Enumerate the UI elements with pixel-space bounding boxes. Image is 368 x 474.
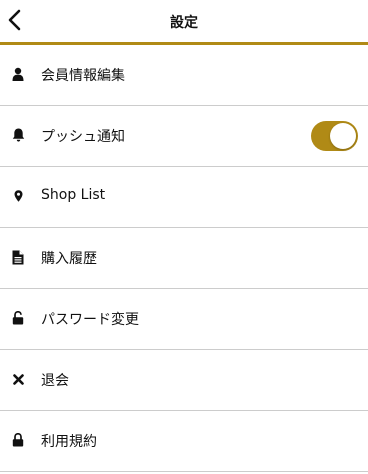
page-title: 設定 <box>170 15 198 31</box>
menu-item-withdraw[interactable]: 退会 <box>0 350 368 411</box>
menu-item-label: パスワード変更 <box>41 312 139 328</box>
menu-item-label: 利用規約 <box>41 434 97 450</box>
document-icon <box>11 249 25 265</box>
user-icon <box>11 66 25 82</box>
menu-item-terms[interactable]: 利用規約 <box>0 411 368 472</box>
menu-item-push-notifications[interactable]: プッシュ通知 <box>0 106 368 167</box>
menu-item-label: Shop List <box>41 187 106 203</box>
menu-item-change-password[interactable]: パスワード変更 <box>0 289 368 350</box>
menu-item-label: プッシュ通知 <box>41 129 125 145</box>
menu-item-profile[interactable]: 会員情報編集 <box>0 45 368 106</box>
app-header: 設定 <box>0 0 368 45</box>
menu-item-purchase-history[interactable]: 購入履歴 <box>0 228 368 289</box>
lock-icon <box>11 432 25 448</box>
menu-item-label: 退会 <box>41 373 69 389</box>
close-icon <box>11 371 25 387</box>
toggle-knob <box>330 123 356 149</box>
menu-item-shop-list[interactable]: Shop List <box>0 167 368 228</box>
menu-item-label: 購入履歴 <box>41 251 97 267</box>
bell-icon <box>11 127 25 143</box>
push-notification-toggle[interactable] <box>311 121 358 151</box>
unlock-icon <box>11 310 25 326</box>
menu-item-label: 会員情報編集 <box>41 68 125 84</box>
map-pin-icon <box>11 188 25 204</box>
settings-list: 会員情報編集 プッシュ通知 Shop List 購入履歴 パスワード変更 退会 … <box>0 45 368 472</box>
